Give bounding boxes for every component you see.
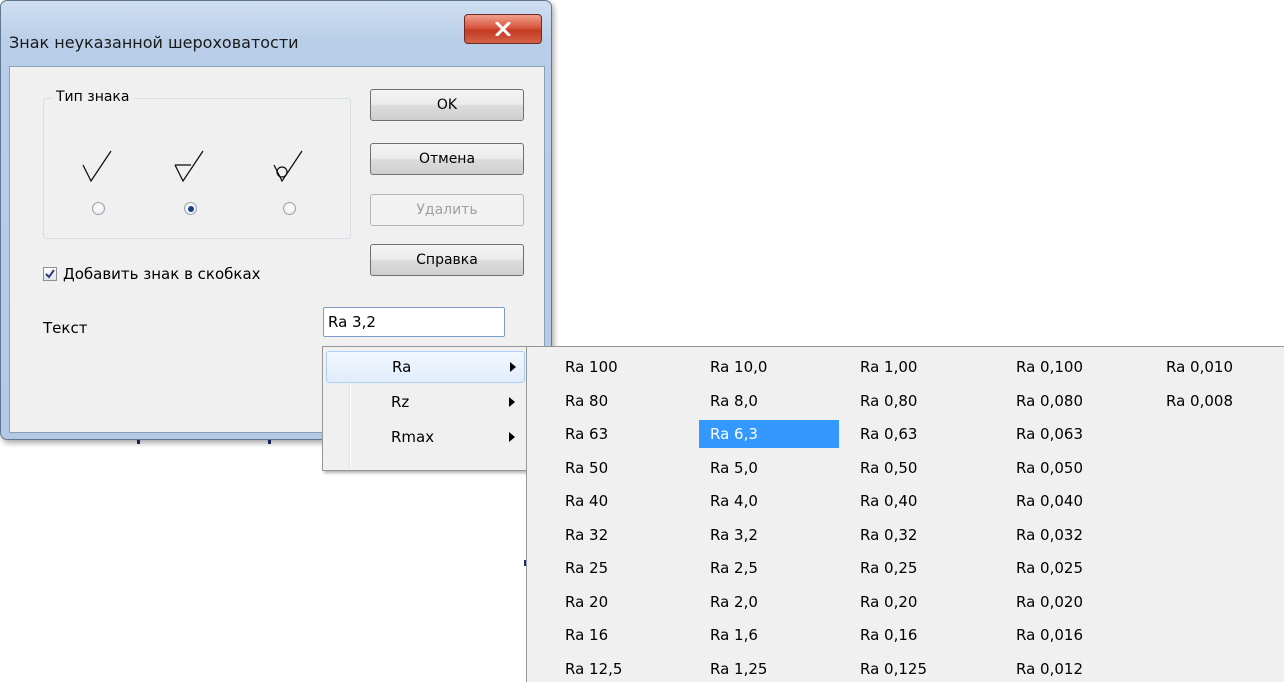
submenu-value-item[interactable]: Ra 16 (554, 621, 694, 649)
submenu-value-item[interactable]: Ra 12,5 (554, 655, 694, 683)
bracket-checkbox-label: Добавить знак в скобках (63, 265, 261, 283)
help-button[interactable]: Справка (370, 244, 524, 276)
radio-selected-dot (187, 205, 194, 212)
menu-item-rz[interactable]: Rz (326, 386, 525, 418)
sign-type-radio-2[interactable] (184, 202, 197, 215)
submenu-value-item[interactable]: Ra 3,2 (699, 521, 839, 549)
menu-item-label: Ra (392, 358, 412, 376)
submenu-value-item[interactable]: Ra 0,040 (1005, 487, 1145, 515)
submenu-value-item[interactable]: Ra 0,063 (1005, 420, 1145, 448)
submenu-value-item[interactable]: Ra 0,100 (1005, 353, 1145, 381)
submenu-value-item[interactable]: Ra 0,40 (849, 487, 989, 515)
submenu-value-item[interactable]: Ra 0,32 (849, 521, 989, 549)
sign-type-group-label: Тип знака (53, 89, 133, 105)
bracket-checkbox[interactable] (43, 267, 57, 281)
roughness-param-menu: Ra Rz Rmax (322, 346, 529, 471)
submenu-value-item[interactable]: Ra 0,020 (1005, 588, 1145, 616)
submenu-value-item[interactable]: Ra 5,0 (699, 454, 839, 482)
ok-button[interactable]: OK (370, 89, 524, 121)
no-removal-circle-sign-icon (273, 150, 303, 183)
submenu-value-item[interactable]: Ra 0,63 (849, 420, 989, 448)
sign-type-radio-1[interactable] (92, 202, 105, 215)
submenu-value-item[interactable]: Ra 0,25 (849, 554, 989, 582)
submenu-value-item[interactable]: Ra 0,012 (1005, 655, 1145, 683)
submenu-value-item[interactable]: Ra 40 (554, 487, 694, 515)
submenu-value-item[interactable]: Ra 25 (554, 554, 694, 582)
cancel-button[interactable]: Отмена (370, 143, 524, 175)
sign-type-radio-3[interactable] (283, 202, 296, 215)
submenu-value-item[interactable]: Ra 0,025 (1005, 554, 1145, 582)
submenu-arrow-icon (510, 362, 516, 372)
submenu-value-item[interactable]: Ra 0,125 (849, 655, 989, 683)
removal-sign-icon (174, 150, 204, 183)
submenu-value-item[interactable]: Ra 8,0 (699, 387, 839, 415)
submenu-value-item[interactable]: Ra 0,050 (1005, 454, 1145, 482)
submenu-value-item[interactable]: Ra 6,3 (699, 420, 839, 448)
submenu-arrow-icon (509, 397, 515, 407)
delete-button: Удалить (370, 194, 524, 226)
submenu-value-item[interactable]: Ra 32 (554, 521, 694, 549)
no-removal-sign-icon (82, 150, 112, 183)
submenu-value-item[interactable]: Ra 0,80 (849, 387, 989, 415)
submenu-value-item[interactable]: Ra 4,0 (699, 487, 839, 515)
submenu-value-item[interactable]: Ra 0,16 (849, 621, 989, 649)
submenu-value-item[interactable]: Ra 0,20 (849, 588, 989, 616)
bracket-checkbox-row[interactable]: Добавить знак в скобках (43, 265, 261, 283)
submenu-value-item[interactable]: Ra 0,50 (849, 454, 989, 482)
submenu-value-item[interactable]: Ra 0,032 (1005, 521, 1145, 549)
submenu-arrow-icon (509, 432, 515, 442)
close-icon (495, 22, 511, 36)
submenu-value-item[interactable]: Ra 100 (554, 353, 694, 381)
submenu-value-item[interactable]: Ra 1,25 (699, 655, 839, 683)
submenu-value-item[interactable]: Ra 20 (554, 588, 694, 616)
text-input[interactable] (323, 307, 505, 337)
submenu-value-item[interactable]: Ra 50 (554, 454, 694, 482)
checkmark-icon (45, 269, 55, 279)
submenu-value-item[interactable]: Ra 10,0 (699, 353, 839, 381)
submenu-value-item[interactable]: Ra 1,00 (849, 353, 989, 381)
menu-item-label: Rmax (391, 428, 435, 446)
menu-item-label: Rz (391, 393, 410, 411)
submenu-value-item[interactable]: Ra 0,010 (1155, 353, 1284, 381)
ra-values-submenu: Ra 100 Ra 80 Ra 63 Ra 50 Ra 40 Ra 32 Ra 25 Ra 2… (526, 346, 1284, 682)
submenu-value-item[interactable]: Ra 0,008 (1155, 387, 1284, 415)
submenu-value-item[interactable]: Ra 80 (554, 387, 694, 415)
submenu-value-item[interactable]: Ra 63 (554, 420, 694, 448)
menu-item-ra[interactable]: Ra (326, 351, 525, 383)
submenu-value-item[interactable]: Ra 0,080 (1005, 387, 1145, 415)
submenu-value-item[interactable]: Ra 2,5 (699, 554, 839, 582)
menu-item-rmax[interactable]: Rmax (326, 421, 525, 453)
submenu-value-item[interactable]: Ra 0,016 (1005, 621, 1145, 649)
delete-button-label: Удалить (416, 202, 478, 218)
sign-type-group: Тип знака (43, 89, 351, 239)
close-button[interactable] (464, 14, 542, 44)
text-label: Текст (43, 319, 88, 337)
dialog-title: Знак неуказанной шероховатости (9, 33, 299, 52)
title-bar[interactable]: Знак неуказанной шероховатости (1, 1, 551, 63)
submenu-value-item[interactable]: Ra 1,6 (699, 621, 839, 649)
submenu-value-item[interactable]: Ra 2,0 (699, 588, 839, 616)
